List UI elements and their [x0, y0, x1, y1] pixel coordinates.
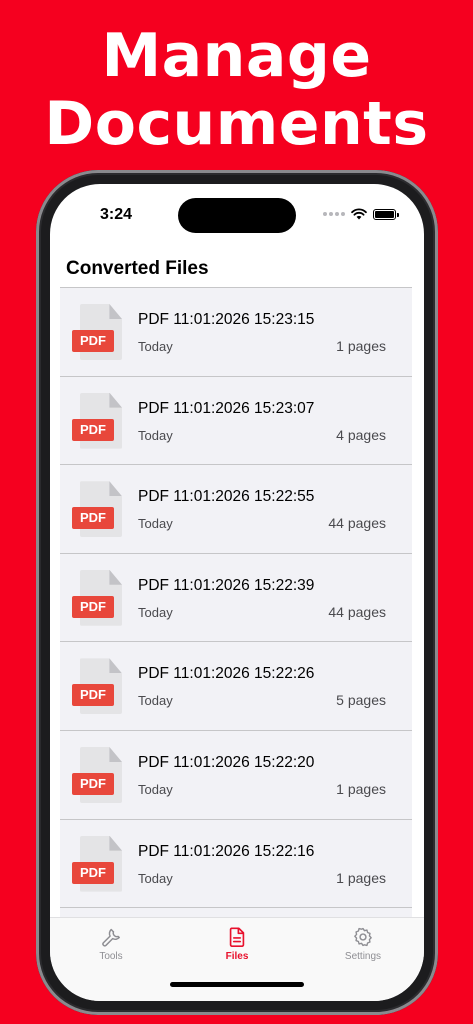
file-name: PDF 11:01:2026 15:22:55: [138, 488, 315, 506]
phone-frame: 3:24 Converted Files PDF PDF 11:01:2026 1…: [36, 170, 438, 1015]
pdf-file-icon: PDF: [72, 746, 122, 803]
file-row[interactable]: PDF PDF 11:01:2026 15:23:15 Today 1 pages: [60, 288, 412, 377]
battery-icon: [373, 208, 399, 220]
file-name: PDF 11:01:2026 15:22:16: [138, 842, 315, 860]
page-fold: [109, 746, 122, 762]
file-name: PDF 11:01:2026 15:23:15: [138, 311, 315, 328]
pdf-file-icon: PDF: [72, 569, 122, 626]
pdf-file-icon: PDF: [72, 835, 122, 892]
file-name: PDF 11:01:2026 15:22:20: [138, 753, 315, 771]
file-name: PDF 11:01:2026 15:22:39: [138, 576, 315, 594]
file-date: Today: [138, 427, 173, 443]
file-date: Today: [138, 516, 173, 532]
page-fold: [109, 392, 122, 408]
dynamic-island: [178, 198, 296, 233]
page-fold: [109, 835, 122, 851]
file-page-count: 1 pages: [336, 338, 386, 354]
file-row[interactable]: PDF PDF 11:01:2026 15:22:16 Today 1 pages: [60, 820, 412, 909]
promo-headline: Manage Documents: [0, 22, 473, 158]
file-row[interactable]: PDF PDF 11:01:2026 15:23:07 Today 4 pages: [60, 377, 412, 466]
file-page-count: 1 pages: [336, 869, 386, 886]
file-date: Today: [138, 339, 173, 354]
pdf-file-icon: PDF: [72, 304, 122, 360]
tab-files[interactable]: Files: [192, 926, 282, 962]
pdf-badge: PDF: [72, 330, 114, 352]
wifi-icon: [351, 208, 367, 220]
file-row[interactable]: PDF PDF 11:01:2026 15:22:55 Today 44 pages: [60, 465, 412, 554]
wrench-icon: [102, 928, 120, 947]
pdf-file-icon: PDF: [72, 658, 122, 715]
file-date: Today: [138, 604, 173, 620]
page-title: Converted Files: [66, 258, 209, 279]
pdf-badge: PDF: [72, 418, 114, 441]
tab-settings[interactable]: Settings: [318, 926, 408, 962]
pdf-badge: PDF: [72, 595, 114, 618]
status-bar: 3:24: [50, 184, 424, 244]
status-icons: [323, 208, 399, 220]
file-date: Today: [138, 870, 173, 886]
app-screen: 3:24 Converted Files PDF PDF 11:01:2026 1…: [50, 184, 424, 1001]
tab-tools[interactable]: Tools: [66, 926, 156, 962]
home-indicator[interactable]: [170, 982, 304, 987]
headline-line-2: Documents: [44, 89, 429, 159]
file-name: PDF 11:01:2026 15:22:26: [138, 665, 315, 683]
tab-files-label: Files: [225, 951, 249, 962]
file-page-count: 1 pages: [336, 780, 386, 797]
file-list[interactable]: PDF PDF 11:01:2026 15:23:15 Today 1 pages PD…: [60, 287, 412, 917]
pdf-file-icon: PDF: [72, 392, 122, 449]
file-date: Today: [138, 781, 173, 797]
file-page-count: 44 pages: [328, 603, 386, 620]
pdf-file-icon: PDF: [72, 481, 122, 538]
file-row[interactable]: PDF: [60, 908, 412, 917]
page-fold: [109, 481, 122, 497]
file-date: Today: [138, 693, 173, 709]
headline-line-1: Manage: [101, 21, 372, 91]
file-name: PDF 11:01:2026 15:23:07: [138, 399, 315, 417]
file-page-count: 5 pages: [336, 692, 386, 709]
file-row[interactable]: PDF PDF 11:01:2026 15:22:39 Today 44 pages: [60, 554, 412, 643]
signal-icon: [323, 212, 345, 216]
tab-settings-label: Settings: [344, 951, 382, 962]
file-page-count: 4 pages: [336, 426, 386, 443]
page-fold: [109, 304, 122, 319]
tab-bar: Tools Files Settings: [50, 917, 424, 1001]
file-row[interactable]: PDF PDF 11:01:2026 15:22:20 Today 1 pages: [60, 731, 412, 820]
tab-tools-label: Tools: [99, 951, 123, 962]
pdf-badge: PDF: [72, 861, 114, 884]
file-page-count: 44 pages: [328, 515, 386, 532]
page-fold: [109, 658, 122, 674]
status-time: 3:24: [100, 206, 133, 223]
page-fold: [109, 569, 122, 585]
gear-icon: [354, 927, 372, 947]
pdf-badge: PDF: [72, 684, 114, 707]
pdf-badge: PDF: [72, 507, 114, 530]
file-row[interactable]: PDF PDF 11:01:2026 15:22:26 Today 5 pages: [60, 642, 412, 731]
pdf-badge: PDF: [72, 772, 114, 795]
document-icon: [229, 927, 245, 947]
